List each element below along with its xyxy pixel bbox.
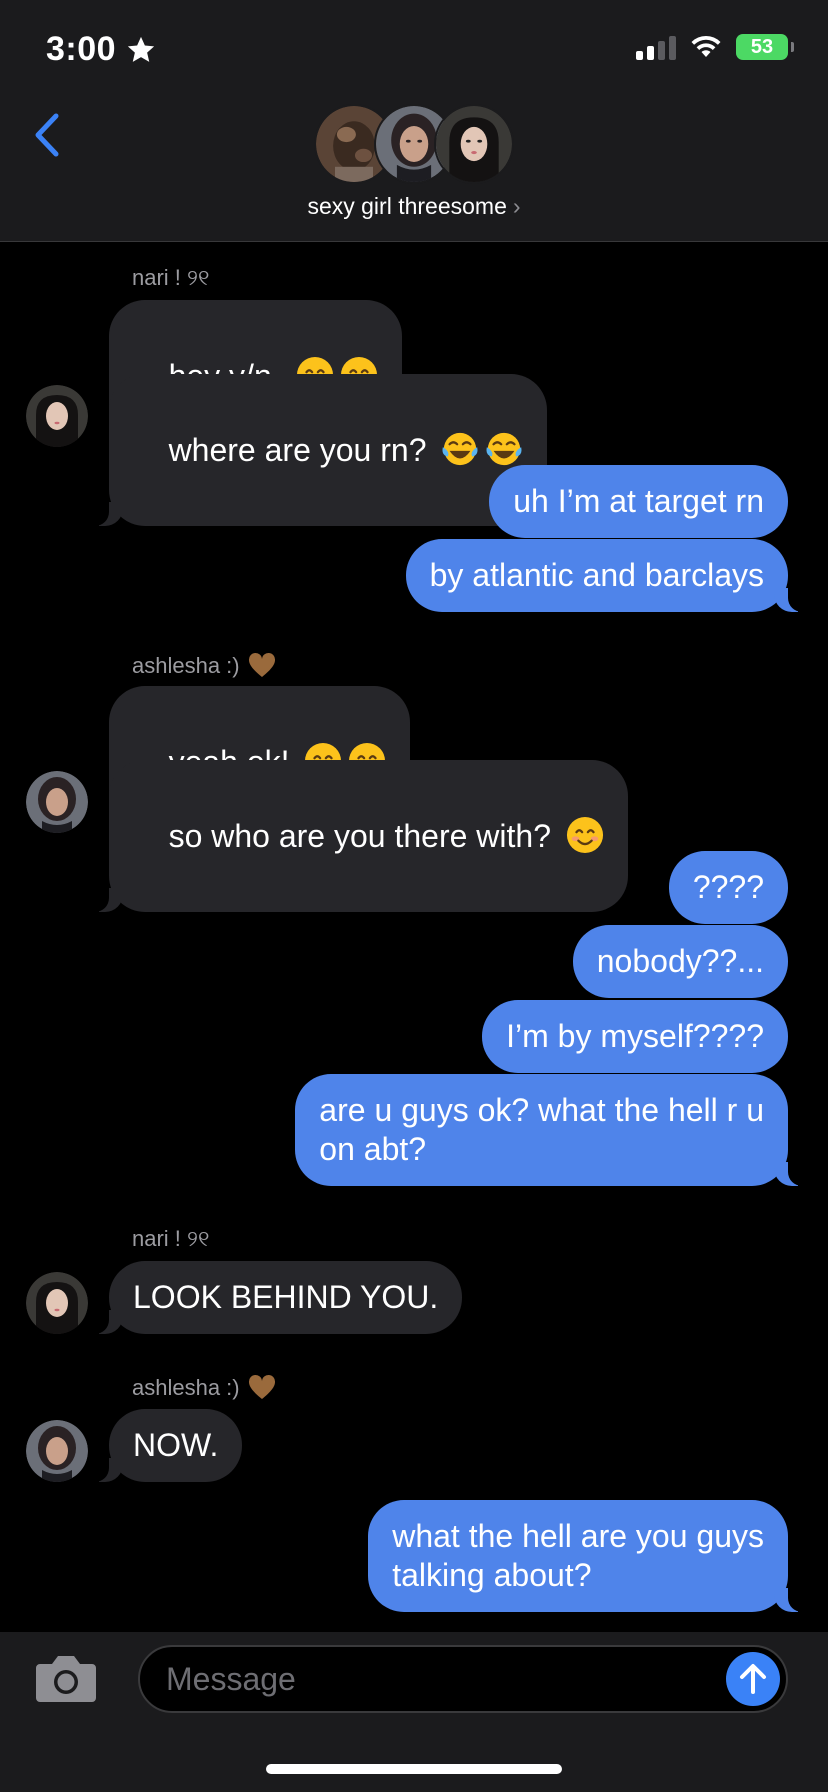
group-avatars[interactable] xyxy=(314,104,514,184)
smiling-face-emoji-icon xyxy=(566,816,603,854)
wifi-icon xyxy=(691,35,721,57)
group-name-label: sexy girl threesome xyxy=(307,193,507,219)
outgoing-message[interactable]: ???? xyxy=(668,851,788,924)
outgoing-message[interactable]: what the hell are you guys talking about… xyxy=(368,1500,808,1612)
incoming-message[interactable]: where are you rn? xyxy=(88,374,548,526)
brown-heart-icon xyxy=(248,652,275,677)
sender-name: nari ! ୨୧ xyxy=(132,265,210,290)
outgoing-message[interactable]: I’m by myself???? xyxy=(482,1000,788,1073)
sender-name: ashlesha :) xyxy=(132,1374,276,1401)
star-icon xyxy=(127,36,155,62)
outgoing-message[interactable]: uh I’m at target rn xyxy=(489,465,788,538)
status-time-label: 3:00 xyxy=(46,30,117,68)
status-time: 3:00 xyxy=(46,30,156,69)
avatar-ashlesha[interactable] xyxy=(26,1420,88,1482)
cellular-signal-icon xyxy=(636,34,676,60)
camera-icon[interactable] xyxy=(34,1652,98,1704)
sender-name-label: ashlesha :) xyxy=(132,653,240,678)
battery-icon: 53 xyxy=(736,34,794,60)
message-text: so who are you there with? xyxy=(168,818,551,854)
incoming-message[interactable]: NOW. xyxy=(88,1409,243,1482)
home-indicator[interactable] xyxy=(266,1764,562,1774)
sender-name-label: ashlesha :) xyxy=(132,1375,240,1400)
incoming-message[interactable]: LOOK BEHIND YOU. xyxy=(88,1261,463,1334)
chevron-right-icon: › xyxy=(512,193,521,219)
sender-name: nari ! ୨୧ xyxy=(132,1226,210,1251)
back-chevron-icon[interactable] xyxy=(28,110,68,160)
send-button[interactable] xyxy=(726,1652,780,1706)
tears-of-joy-emoji-icon xyxy=(442,432,478,466)
tears-of-joy-emoji-icon xyxy=(486,432,522,466)
message-text: where are you rn? xyxy=(168,432,427,468)
avatar-ashlesha[interactable] xyxy=(26,771,88,833)
outgoing-message[interactable]: are u guys ok? what the hell r u on abt? xyxy=(295,1074,808,1186)
battery-level: 53 xyxy=(750,35,774,58)
group-avatar-3 xyxy=(434,104,514,184)
message-input-field[interactable] xyxy=(138,1645,788,1713)
status-indicators: 53 xyxy=(636,34,794,60)
message-input[interactable] xyxy=(166,1647,706,1711)
sender-name: ashlesha :) xyxy=(132,652,276,679)
avatar-nari[interactable] xyxy=(26,385,88,447)
group-name[interactable]: sexy girl threesome › xyxy=(0,193,828,220)
conversation-header: 3:00 53 sexy girl threesome › xyxy=(0,0,828,242)
avatar-nari[interactable] xyxy=(26,1272,88,1334)
outgoing-message[interactable]: nobody??... xyxy=(572,925,788,998)
brown-heart-icon xyxy=(248,1374,275,1399)
incoming-message[interactable]: so who are you there with? xyxy=(89,760,628,912)
arrow-up-icon xyxy=(740,1664,766,1694)
messages-screen: 3:00 53 sexy girl threesome › nari ! ୨୧ … xyxy=(0,0,828,1792)
outgoing-message[interactable]: by atlantic and barclays xyxy=(405,539,809,612)
